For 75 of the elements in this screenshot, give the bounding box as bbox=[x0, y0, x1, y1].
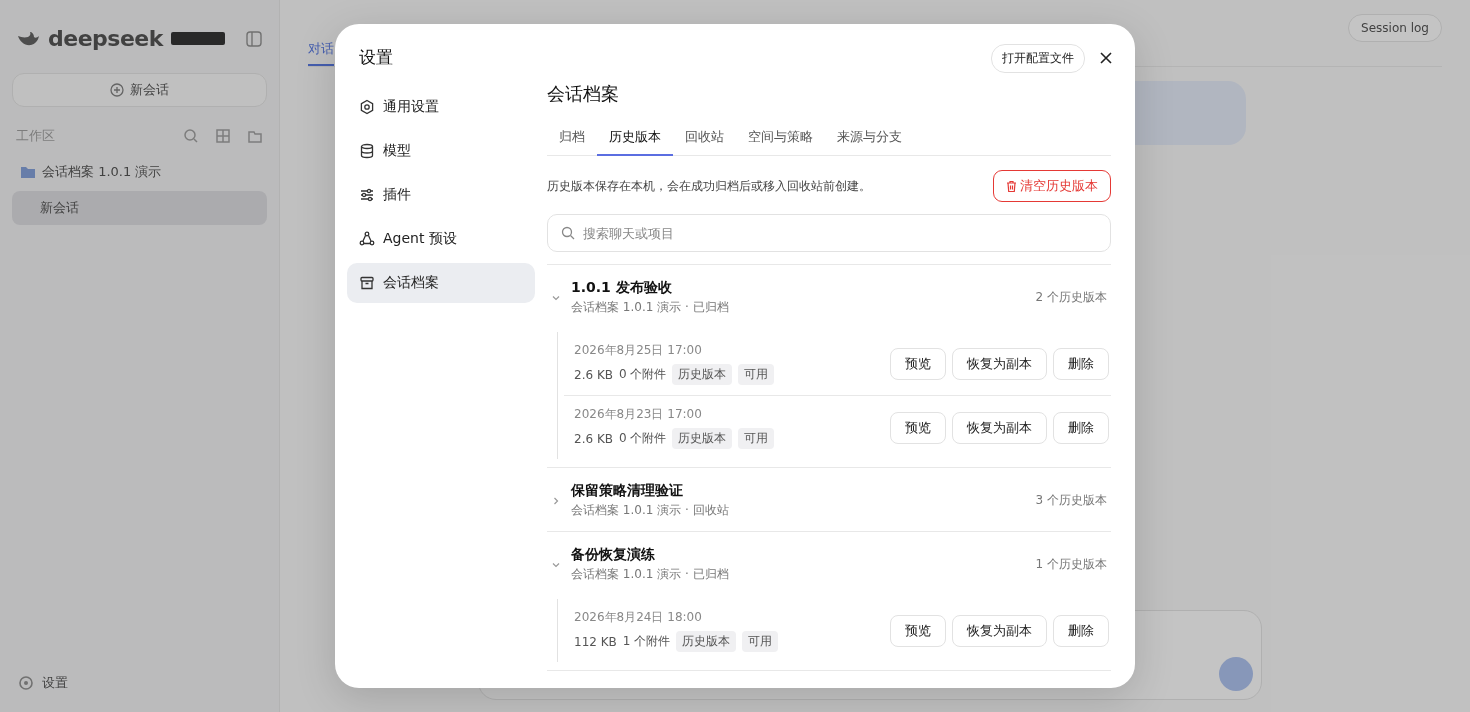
send-button[interactable] bbox=[1219, 657, 1253, 691]
version-count: 3 个历史版本 bbox=[1035, 492, 1107, 509]
status-tag: 可用 bbox=[742, 631, 779, 652]
version-time: 2026年8月25日 17:00 bbox=[574, 342, 703, 359]
group-subtitle: 会话档案 1.0.1 演示 · 回收站 bbox=[571, 502, 729, 519]
archive-tab[interactable]: 回收站 bbox=[673, 120, 736, 156]
search-icon bbox=[561, 226, 575, 240]
settings-nav-item[interactable]: Agent 预设 bbox=[347, 219, 535, 259]
trash-icon bbox=[1006, 179, 1017, 193]
new-chat-button[interactable]: 新会话 bbox=[12, 73, 267, 107]
archive-tab[interactable]: 来源与分支 bbox=[825, 120, 914, 156]
plus-circle-icon bbox=[110, 83, 124, 97]
new-folder-icon[interactable] bbox=[247, 128, 263, 144]
group-title[interactable]: 1.0.1 发布验收 bbox=[571, 279, 729, 297]
search-icon[interactable] bbox=[183, 128, 199, 144]
attachment-count: 0 个附件 bbox=[619, 366, 667, 383]
whale-logo-icon bbox=[16, 29, 40, 48]
version-action-button[interactable]: 预览 bbox=[890, 614, 946, 647]
version-action-button[interactable]: 预览 bbox=[890, 411, 946, 444]
group-subtitle: 会话档案 1.0.1 演示 · 已归档 bbox=[571, 299, 729, 316]
workspace-label: 工作区 bbox=[16, 127, 55, 145]
file-size: 2.6 KB bbox=[574, 367, 613, 382]
status-tag: 历史版本 bbox=[676, 631, 737, 652]
attachment-count: 0 个附件 bbox=[619, 430, 667, 447]
version-count: 2 个历史版本 bbox=[1035, 289, 1107, 306]
version-time: 2026年8月23日 17:00 bbox=[574, 406, 703, 423]
settings-nav-item[interactable]: 模型 bbox=[347, 131, 535, 171]
nodes-icon bbox=[359, 231, 375, 247]
grid-icon[interactable] bbox=[215, 128, 231, 144]
status-tag: 可用 bbox=[738, 428, 775, 449]
brand-name: deepseek bbox=[48, 26, 163, 51]
chat-item[interactable]: 新会话 bbox=[12, 191, 267, 225]
sliders-icon bbox=[359, 187, 375, 203]
settings-nav-item[interactable]: 插件 bbox=[347, 175, 535, 215]
archive-icon bbox=[359, 275, 375, 291]
file-size: 112 KB bbox=[574, 634, 617, 649]
chevron-right-icon[interactable] bbox=[551, 495, 561, 506]
group-subtitle: 会话档案 1.0.1 演示 · 已归档 bbox=[571, 566, 729, 583]
clear-history-button[interactable]: 清空历史版本 bbox=[993, 170, 1111, 202]
status-tag: 可用 bbox=[738, 364, 775, 385]
version-action-button[interactable]: 恢复为副本 bbox=[952, 614, 1047, 647]
attachment-count: 1 个附件 bbox=[622, 633, 671, 650]
close-icon[interactable] bbox=[1099, 51, 1113, 65]
search-field[interactable]: 搜索聊天或项目 bbox=[547, 214, 1111, 252]
settings-icon[interactable] bbox=[18, 675, 34, 691]
version-action-button[interactable]: 删除 bbox=[1053, 347, 1109, 380]
version-time: 2026年8月24日 18:00 bbox=[574, 609, 703, 626]
brand-badge bbox=[170, 32, 225, 45]
open-config-button[interactable]: 打开配置文件 bbox=[991, 43, 1085, 73]
session-log-button[interactable]: Session log bbox=[1348, 14, 1442, 42]
version-action-button[interactable]: 删除 bbox=[1053, 614, 1109, 647]
settings-link[interactable]: 设置 bbox=[42, 674, 68, 692]
settings-nav-item[interactable]: 会话档案 bbox=[347, 263, 535, 303]
file-size: 2.6 KB bbox=[574, 431, 613, 446]
version-action-button[interactable]: 恢复为副本 bbox=[952, 411, 1047, 444]
dialog-title: 设置 bbox=[358, 46, 394, 69]
database-icon bbox=[359, 143, 375, 159]
sidebar-toggle-icon[interactable] bbox=[245, 29, 263, 48]
description-text: 历史版本保存在本机，会在成功归档后或移入回收站前创建。 bbox=[547, 177, 871, 195]
version-action-button[interactable]: 预览 bbox=[890, 347, 946, 380]
section-heading: 会话档案 bbox=[547, 82, 620, 106]
version-count: 1 个历史版本 bbox=[1035, 556, 1107, 573]
version-action-button[interactable]: 恢复为副本 bbox=[952, 347, 1047, 380]
gear-icon bbox=[359, 99, 375, 115]
group-title[interactable]: 保留策略清理验证 bbox=[571, 482, 729, 500]
settings-nav-item[interactable]: 通用设置 bbox=[347, 87, 535, 127]
archive-tab[interactable]: 归档 bbox=[547, 120, 597, 156]
project-name[interactable]: 会话档案 1.0.1 演示 bbox=[42, 163, 162, 181]
archive-tab[interactable]: 空间与策略 bbox=[736, 120, 825, 156]
version-action-button[interactable]: 删除 bbox=[1053, 411, 1109, 444]
group-title[interactable]: 备份恢复演练 bbox=[571, 546, 729, 564]
status-tag: 历史版本 bbox=[672, 364, 733, 385]
status-tag: 历史版本 bbox=[672, 428, 733, 449]
archive-tab[interactable]: 历史版本 bbox=[597, 120, 673, 156]
folder-icon bbox=[20, 165, 36, 179]
